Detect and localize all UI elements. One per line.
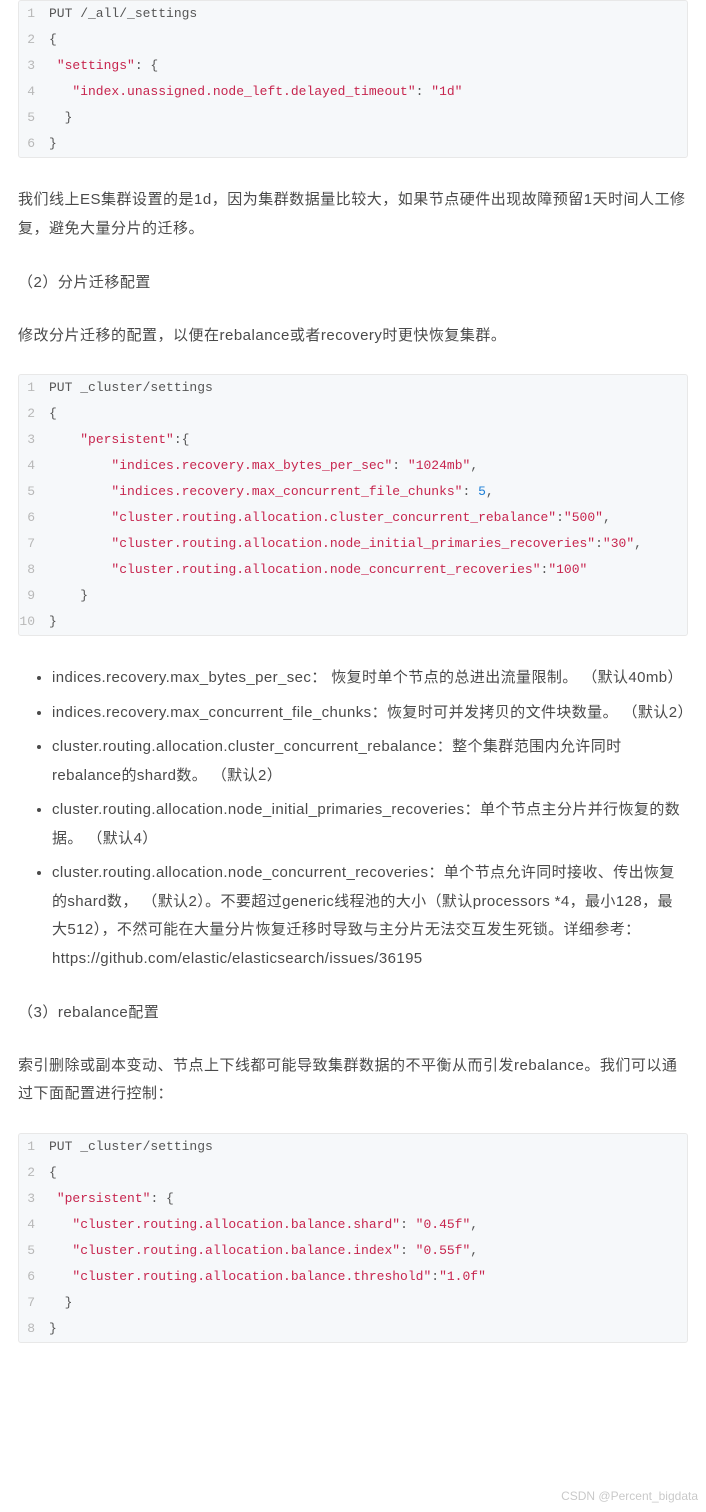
code-line: 9 } <box>19 583 687 609</box>
code-line: 1PUT _cluster/settings <box>19 1134 687 1160</box>
code-line: 2{ <box>19 1160 687 1186</box>
line-number: 1 <box>19 375 49 401</box>
line-number: 3 <box>19 1186 49 1212</box>
line-number: 4 <box>19 79 49 105</box>
line-content: } <box>49 131 687 157</box>
line-number: 5 <box>19 105 49 131</box>
line-content: "cluster.routing.allocation.balance.inde… <box>49 1238 687 1264</box>
line-content: "cluster.routing.allocation.balance.shar… <box>49 1212 687 1238</box>
line-number: 9 <box>19 583 49 609</box>
line-number: 6 <box>19 1264 49 1290</box>
list-item: cluster.routing.allocation.node_concurre… <box>52 859 688 973</box>
line-number: 3 <box>19 427 49 453</box>
code-line: 10} <box>19 609 687 635</box>
bullet-list: indices.recovery.max_bytes_per_sec： 恢复时单… <box>18 664 688 973</box>
line-content: "index.unassigned.node_left.delayed_time… <box>49 79 687 105</box>
line-number: 4 <box>19 453 49 479</box>
code-line: 6 "cluster.routing.allocation.balance.th… <box>19 1264 687 1290</box>
line-content: "indices.recovery.max_concurrent_file_ch… <box>49 479 687 505</box>
list-item: cluster.routing.allocation.node_initial_… <box>52 796 688 853</box>
code-line: 6 "cluster.routing.allocation.cluster_co… <box>19 505 687 531</box>
code-line: 8 "cluster.routing.allocation.node_concu… <box>19 557 687 583</box>
paragraph: 索引删除或副本变动、节点上下线都可能导致集群数据的不平衡从而引发rebalanc… <box>18 1052 688 1109</box>
code-line: 1PUT _cluster/settings <box>19 375 687 401</box>
paragraph: 修改分片迁移的配置，以便在rebalance或者recovery时更快恢复集群。 <box>18 322 688 351</box>
code-line: 7 "cluster.routing.allocation.node_initi… <box>19 531 687 557</box>
code-line: 8} <box>19 1316 687 1342</box>
code-block-2: 1PUT _cluster/settings2{3 "persistent":{… <box>18 374 688 636</box>
code-line: 2{ <box>19 401 687 427</box>
line-content: } <box>49 1316 687 1342</box>
line-number: 10 <box>19 609 49 635</box>
line-number: 1 <box>19 1134 49 1160</box>
code-block-3: 1PUT _cluster/settings2{3 "persistent": … <box>18 1133 688 1343</box>
code-line: 6} <box>19 131 687 157</box>
code-line: 5 } <box>19 105 687 131</box>
line-content: } <box>49 1290 687 1316</box>
code-line: 5 "indices.recovery.max_concurrent_file_… <box>19 479 687 505</box>
line-number: 1 <box>19 1 49 27</box>
code-line: 4 "index.unassigned.node_left.delayed_ti… <box>19 79 687 105</box>
line-content: } <box>49 105 687 131</box>
line-number: 8 <box>19 1316 49 1342</box>
line-content: } <box>49 609 687 635</box>
code-line: 3 "persistent": { <box>19 1186 687 1212</box>
line-number: 5 <box>19 479 49 505</box>
code-block-1: 1PUT /_all/_settings2{3 "settings": {4 "… <box>18 0 688 158</box>
line-number: 2 <box>19 27 49 53</box>
line-number: 7 <box>19 531 49 557</box>
line-content: { <box>49 27 687 53</box>
line-content: PUT _cluster/settings <box>49 1134 687 1160</box>
paragraph: 我们线上ES集群设置的是1d，因为集群数据量比较大，如果节点硬件出现故障预留1天… <box>18 186 688 243</box>
line-number: 5 <box>19 1238 49 1264</box>
line-content: "settings": { <box>49 53 687 79</box>
code-line: 3 "settings": { <box>19 53 687 79</box>
code-line: 7 } <box>19 1290 687 1316</box>
line-content: { <box>49 1160 687 1186</box>
line-content: "cluster.routing.allocation.node_initial… <box>49 531 687 557</box>
line-content: "persistent":{ <box>49 427 687 453</box>
line-content: "indices.recovery.max_bytes_per_sec": "1… <box>49 453 687 479</box>
line-content: "cluster.routing.allocation.cluster_conc… <box>49 505 687 531</box>
code-line: 5 "cluster.routing.allocation.balance.in… <box>19 1238 687 1264</box>
subheading: （3）rebalance配置 <box>18 999 688 1028</box>
code-line: 3 "persistent":{ <box>19 427 687 453</box>
line-content: { <box>49 401 687 427</box>
line-number: 3 <box>19 53 49 79</box>
line-number: 2 <box>19 1160 49 1186</box>
line-number: 2 <box>19 401 49 427</box>
line-content: "persistent": { <box>49 1186 687 1212</box>
code-line: 4 "indices.recovery.max_bytes_per_sec": … <box>19 453 687 479</box>
line-number: 4 <box>19 1212 49 1238</box>
line-content: PUT /_all/_settings <box>49 1 687 27</box>
line-number: 7 <box>19 1290 49 1316</box>
code-line: 1PUT /_all/_settings <box>19 1 687 27</box>
line-content: PUT _cluster/settings <box>49 375 687 401</box>
watermark: CSDN @Percent_bigdata <box>561 1485 698 1508</box>
line-number: 8 <box>19 557 49 583</box>
list-item: cluster.routing.allocation.cluster_concu… <box>52 733 688 790</box>
code-line: 2{ <box>19 27 687 53</box>
line-content: "cluster.routing.allocation.balance.thre… <box>49 1264 687 1290</box>
subheading: （2）分片迁移配置 <box>18 269 688 298</box>
line-number: 6 <box>19 505 49 531</box>
line-content: "cluster.routing.allocation.node_concurr… <box>49 557 687 583</box>
list-item: indices.recovery.max_bytes_per_sec： 恢复时单… <box>52 664 688 693</box>
code-line: 4 "cluster.routing.allocation.balance.sh… <box>19 1212 687 1238</box>
line-content: } <box>49 583 687 609</box>
line-number: 6 <box>19 131 49 157</box>
list-item: indices.recovery.max_concurrent_file_chu… <box>52 699 688 728</box>
